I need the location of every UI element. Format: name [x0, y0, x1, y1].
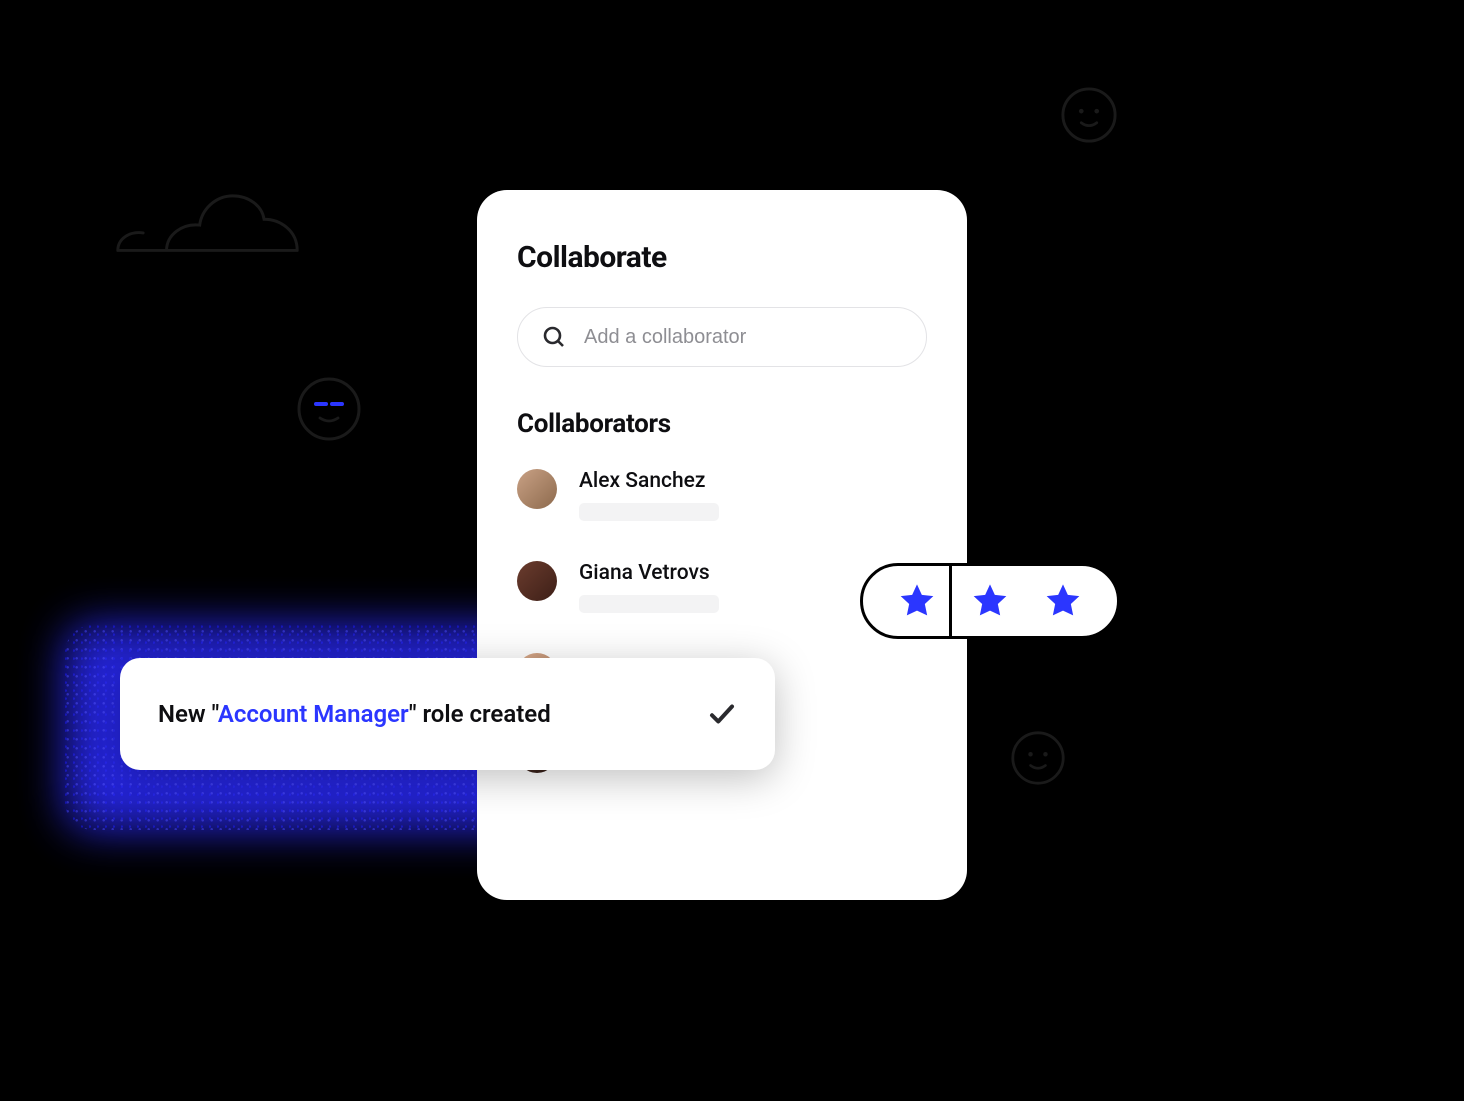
collaborator-name: Giana Vetrovs — [579, 561, 719, 585]
placeholder-line — [579, 595, 719, 613]
list-item-text: Giana Vetrovs — [579, 561, 719, 613]
smiley-icon — [296, 376, 362, 442]
add-collaborator-field[interactable] — [517, 307, 927, 367]
collaborate-card: Collaborate Collaborators Alex Sanchez G… — [477, 190, 967, 900]
search-icon — [542, 325, 566, 349]
stage: Collaborate Collaborators Alex Sanchez G… — [0, 0, 1464, 1101]
placeholder-line — [579, 503, 719, 521]
add-collaborator-input[interactable] — [584, 326, 902, 349]
cloud-icon — [110, 190, 305, 260]
pill-divider — [949, 566, 952, 636]
list-item-text: Alex Sanchez — [579, 469, 719, 521]
check-icon — [707, 699, 737, 729]
toast-accent: Account Manager — [218, 700, 409, 728]
star-icon[interactable] — [1043, 581, 1083, 621]
avatar — [517, 561, 557, 601]
toast-prefix: New " — [158, 700, 218, 728]
card-title: Collaborate — [517, 240, 927, 275]
avatar — [517, 469, 557, 509]
star-icon[interactable] — [970, 581, 1010, 621]
toast-message: New "Account Manager" role created — [158, 700, 551, 728]
collaborators-heading: Collaborators — [517, 409, 927, 439]
toast-suffix: " role created — [409, 700, 551, 728]
collaborator-name: Alex Sanchez — [579, 469, 719, 493]
rating-pill[interactable] — [860, 563, 1120, 639]
smiley-icon — [1010, 730, 1066, 786]
smiley-icon — [1060, 86, 1118, 144]
list-item[interactable]: Alex Sanchez — [517, 469, 927, 521]
toast-notification: New "Account Manager" role created — [120, 658, 775, 770]
star-icon[interactable] — [897, 581, 937, 621]
